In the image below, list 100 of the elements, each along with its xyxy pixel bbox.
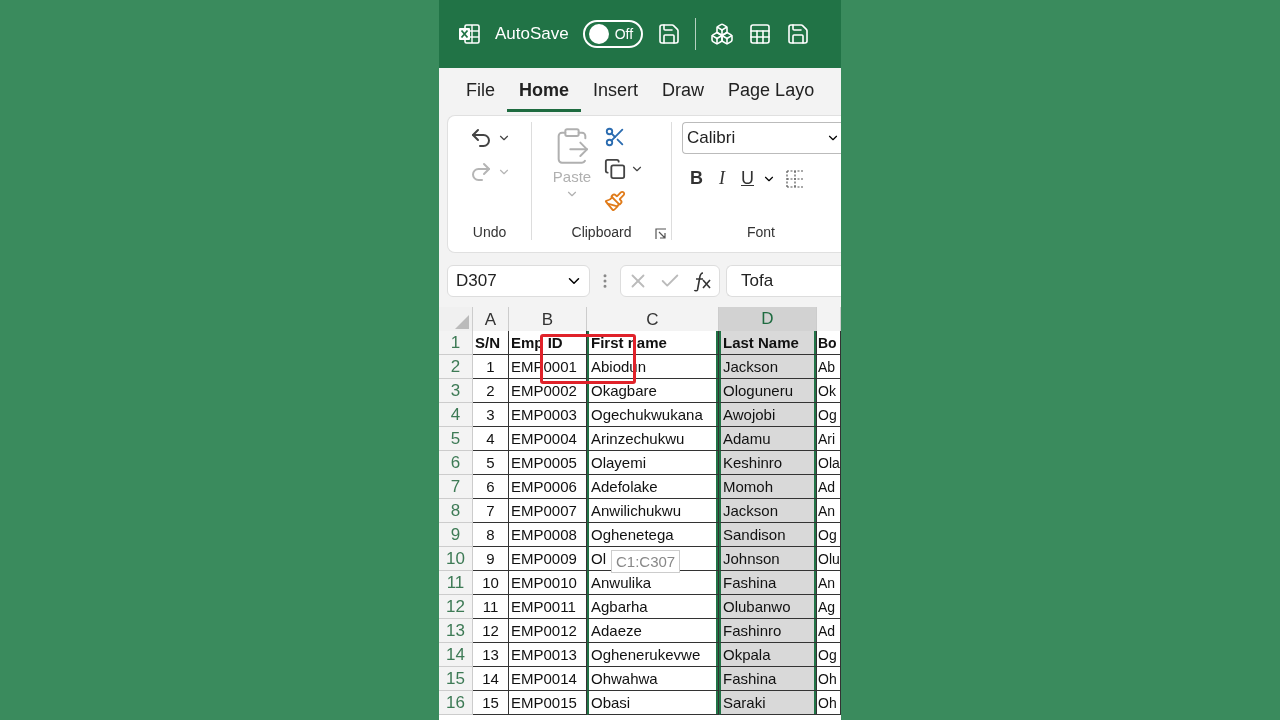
- table-cell: Okagbare: [587, 379, 719, 403]
- table-cell: Okpala: [719, 643, 817, 667]
- triangle-icon: [455, 315, 469, 329]
- ribbon-tab[interactable]: Insert: [581, 68, 651, 112]
- column-header[interactable]: D: [719, 307, 817, 333]
- save-icon[interactable]: [785, 22, 810, 46]
- table-cell: Bo: [817, 331, 841, 355]
- table-icon[interactable]: [747, 22, 772, 46]
- table-cell: Ad: [817, 475, 841, 499]
- dialog-launcher-icon[interactable]: [655, 228, 667, 240]
- table-cell: Fashina: [719, 667, 817, 691]
- table-cell: Ab: [817, 355, 841, 379]
- table-cell: Jackson: [719, 499, 817, 523]
- row-header[interactable]: 14: [439, 643, 473, 667]
- row-header[interactable]: 16: [439, 691, 473, 715]
- table-cell: Arinzechukwu: [587, 427, 719, 451]
- table-cell: Keshinro: [719, 451, 817, 475]
- group-label: Clipboard: [571, 224, 632, 240]
- table-cell: 7: [473, 499, 509, 523]
- table-cell: Olu: [817, 547, 841, 571]
- table-cell: Oh: [817, 667, 841, 691]
- table-cell: 2: [473, 379, 509, 403]
- table-cell: Ohwahwa: [587, 667, 719, 691]
- range-tooltip: C1:C307: [611, 550, 681, 573]
- autosave-label: AutoSave: [495, 24, 569, 44]
- table-cell: Ola: [817, 451, 841, 475]
- row-header[interactable]: 9: [439, 523, 473, 547]
- ribbon-tab[interactable]: Home: [507, 68, 582, 112]
- table-cell: Agbarha: [587, 595, 719, 619]
- table-cell: EMP0003: [509, 403, 587, 427]
- table-cell: Olubanwo: [719, 595, 817, 619]
- table-cell: 9: [473, 547, 509, 571]
- table-cell: EMP0005: [509, 451, 587, 475]
- name-box[interactable]: D307: [447, 265, 590, 297]
- table-cell: Anwilichukwu: [587, 499, 719, 523]
- paintbrush-icon: [604, 190, 626, 212]
- table-cell: Ok: [817, 379, 841, 403]
- column-header[interactable]: C: [587, 307, 719, 333]
- ribbon-tab[interactable]: File: [454, 68, 507, 112]
- table-cell: EMP0014: [509, 667, 587, 691]
- row-header[interactable]: 11: [439, 571, 473, 595]
- scissors-icon: [604, 126, 626, 148]
- table-cell: An: [817, 499, 841, 523]
- table-cell: 14: [473, 667, 509, 691]
- table-cell: Ogechukwukana: [587, 403, 719, 427]
- table-cell: Ad: [817, 619, 841, 643]
- underline-button[interactable]: U: [733, 166, 762, 191]
- ribbon-tab[interactable]: Page Layo: [716, 68, 827, 112]
- row-header[interactable]: 4: [439, 403, 473, 427]
- table-cell: Fashinro: [719, 619, 817, 643]
- row-header[interactable]: 6: [439, 451, 473, 475]
- save-icon[interactable]: [656, 22, 681, 46]
- table-cell: Sandison: [719, 523, 817, 547]
- table-cell: EMP0015: [509, 691, 587, 715]
- table-cell: EMP0008: [509, 523, 587, 547]
- table-cell: EMP0004: [509, 427, 587, 451]
- row-header[interactable]: 15: [439, 667, 473, 691]
- table-cell: 10: [473, 571, 509, 595]
- table-cell: Obasi: [587, 691, 719, 715]
- row-header[interactable]: 8: [439, 499, 473, 523]
- table-cell: Jackson: [719, 355, 817, 379]
- row-header[interactable]: 10: [439, 547, 473, 571]
- table-cell: EMP0007: [509, 499, 587, 523]
- italic-button[interactable]: I: [711, 166, 733, 191]
- borders-icon[interactable]: [786, 168, 804, 189]
- table-cell: 3: [473, 403, 509, 427]
- autosave-toggle[interactable]: Off: [582, 20, 643, 48]
- boxes-icon[interactable]: [709, 22, 734, 46]
- bold-button[interactable]: B: [682, 166, 711, 191]
- column-header[interactable]: A: [473, 307, 509, 333]
- table-cell: 5: [473, 451, 509, 475]
- table-cell: 12: [473, 619, 509, 643]
- formula-field[interactable]: Tofa: [726, 265, 841, 297]
- table-cell: Og: [817, 403, 841, 427]
- table-cell: Ari: [817, 427, 841, 451]
- row-header[interactable]: 13: [439, 619, 473, 643]
- table-cell: Adamu: [719, 427, 817, 451]
- row-header[interactable]: 7: [439, 475, 473, 499]
- column-header[interactable]: B: [509, 307, 587, 333]
- table-cell: 6: [473, 475, 509, 499]
- row-header[interactable]: 2: [439, 355, 473, 379]
- ribbon-tab[interactable]: Draw: [650, 68, 717, 112]
- row-header[interactable]: 3: [439, 379, 473, 403]
- table-cell: Johnson: [719, 547, 817, 571]
- insert-function-icon[interactable]: [691, 270, 713, 292]
- table-cell: Oghenerukevwe: [587, 643, 719, 667]
- table-cell: Ag: [817, 595, 841, 619]
- group-label: Undo: [472, 224, 507, 240]
- table-cell: Fashina: [719, 571, 817, 595]
- row-header[interactable]: 1: [439, 331, 473, 355]
- table-cell: 8: [473, 523, 509, 547]
- table-cell: Ologuneru: [719, 379, 817, 403]
- table-cell: EMP0010: [509, 571, 587, 595]
- table-cell: Adaeze: [587, 619, 719, 643]
- table-cell: Olayemi: [587, 451, 719, 475]
- table-cell: Saraki: [719, 691, 817, 715]
- font-name-field[interactable]: Calibri: [682, 122, 841, 154]
- row-header[interactable]: 5: [439, 427, 473, 451]
- table-cell: EMP0013: [509, 643, 587, 667]
- row-header[interactable]: 12: [439, 595, 473, 619]
